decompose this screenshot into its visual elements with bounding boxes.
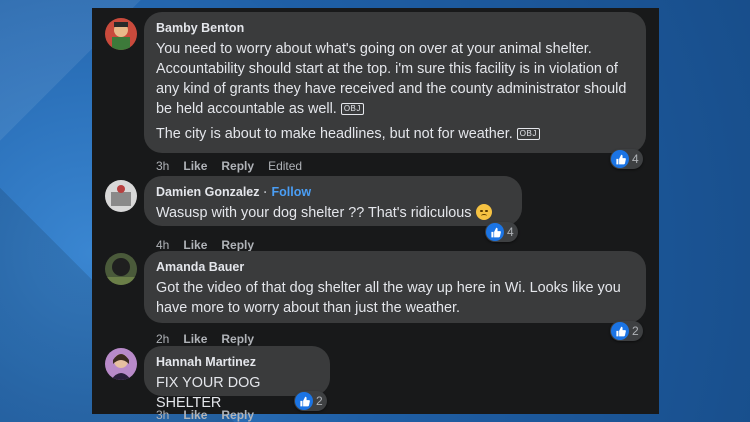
timestamp[interactable]: 4h bbox=[156, 238, 169, 252]
avatar[interactable] bbox=[105, 180, 137, 212]
follow-button[interactable]: Follow bbox=[272, 184, 312, 200]
sad-face-emoji-icon bbox=[475, 204, 492, 220]
author-name[interactable]: Amanda Bauer bbox=[156, 259, 244, 275]
avatar[interactable] bbox=[105, 18, 137, 50]
separator-dot: · bbox=[263, 185, 268, 199]
author-name[interactable]: Bamby Benton bbox=[156, 20, 244, 36]
reply-button[interactable]: Reply bbox=[221, 238, 254, 252]
like-thumb-icon bbox=[295, 392, 313, 410]
timestamp[interactable]: 3h bbox=[156, 159, 169, 173]
like-thumb-icon bbox=[486, 223, 504, 241]
obj-badge-icon: OBJ bbox=[516, 128, 540, 140]
avatar[interactable] bbox=[105, 253, 137, 285]
comment-bubble: Hannah Martinez FIX YOUR DOG SHELTER bbox=[144, 346, 330, 411]
reaction-count[interactable]: 2 bbox=[294, 391, 327, 411]
reply-button[interactable]: Reply bbox=[221, 408, 254, 422]
comment-bubble: Bamby Benton You need to worry about wha… bbox=[144, 12, 646, 153]
comment-bubble: Damien Gonzalez · Follow Wasusp with you… bbox=[144, 176, 522, 226]
like-thumb-icon bbox=[611, 322, 629, 340]
comment-actions: 2h Like Reply bbox=[156, 332, 254, 346]
author-name[interactable]: Damien Gonzalez bbox=[156, 184, 260, 200]
reaction-count[interactable]: 2 bbox=[610, 321, 643, 341]
comment-text: The city is about to make headlines, but… bbox=[156, 126, 513, 142]
comment-text: You need to worry about what's going on … bbox=[156, 41, 627, 117]
timestamp[interactable]: 2h bbox=[156, 332, 169, 346]
obj-badge-icon: OBJ bbox=[340, 103, 364, 115]
comment-text: Got the video of that dog shelter all th… bbox=[156, 280, 621, 316]
like-button[interactable]: Like bbox=[183, 159, 207, 173]
avatar[interactable] bbox=[105, 348, 137, 380]
reply-button[interactable]: Reply bbox=[221, 332, 254, 346]
like-button[interactable]: Like bbox=[183, 408, 207, 422]
like-button[interactable]: Like bbox=[183, 238, 207, 252]
comment-text: Wasusp with your dog shelter ?? That's r… bbox=[156, 205, 472, 221]
comment-actions: 3h Like Reply Edited bbox=[156, 159, 302, 173]
comment-actions: 4h Like Reply bbox=[156, 238, 254, 252]
reaction-count[interactable]: 4 bbox=[485, 222, 518, 242]
comment-text: FIX YOUR DOG SHELTER bbox=[156, 375, 261, 411]
reply-button[interactable]: Reply bbox=[221, 159, 254, 173]
like-button[interactable]: Like bbox=[183, 332, 207, 346]
author-name[interactable]: Hannah Martinez bbox=[156, 354, 256, 370]
comment-bubble: Amanda Bauer Got the video of that dog s… bbox=[144, 251, 646, 323]
reaction-count[interactable]: 4 bbox=[610, 149, 643, 169]
comments-panel: Bamby Benton You need to worry about wha… bbox=[92, 8, 659, 422]
timestamp[interactable]: 3h bbox=[156, 408, 169, 422]
edited-label: Edited bbox=[268, 159, 303, 173]
comment-actions: 3h Like Reply bbox=[156, 408, 254, 422]
like-thumb-icon bbox=[611, 150, 629, 168]
